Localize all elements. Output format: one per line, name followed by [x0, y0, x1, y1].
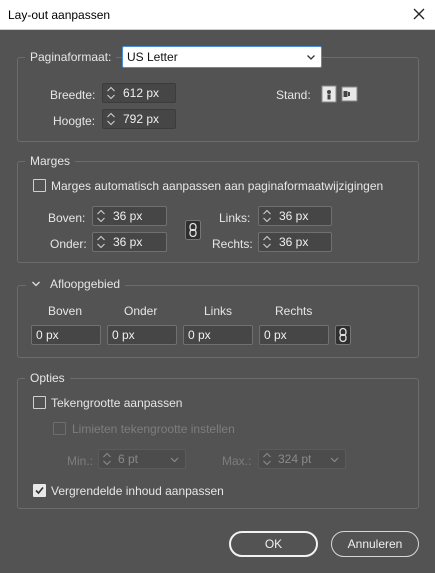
margin-top-field[interactable]: 36 px — [92, 206, 167, 226]
margin-left-field[interactable]: 36 px — [258, 206, 332, 226]
spinner-icon[interactable] — [259, 233, 275, 251]
chevron-down-icon — [330, 457, 339, 463]
margin-top-label: Boven: — [48, 211, 86, 225]
limit-text-checkbox[interactable] — [53, 422, 66, 435]
cancel-button-label: Annuleren — [347, 537, 403, 551]
width-label: Breedte: — [50, 88, 96, 102]
page-size-selected: US Letter — [127, 50, 178, 64]
page-size-select[interactable]: US Letter — [122, 46, 322, 68]
margin-left-value: 36 px — [279, 209, 309, 223]
height-field[interactable]: 792 px — [102, 109, 176, 129]
margin-top-value: 36 px — [113, 209, 143, 223]
bleed-right-value: 0 px — [264, 328, 287, 342]
resize-text-checkbox[interactable] — [33, 396, 46, 409]
limit-text-label: Limieten tekengrootte instellen — [72, 422, 235, 436]
bleed-bottom-field[interactable]: 0 px — [107, 325, 177, 345]
bleed-left-field[interactable]: 0 px — [183, 325, 253, 345]
min-label: Min.: — [67, 454, 94, 468]
spinner-icon — [99, 450, 115, 468]
spinner-icon — [259, 450, 275, 468]
spinner-icon[interactable] — [103, 84, 119, 102]
layout-dialog: Lay-out aanpassen Paginaformaat: US Lett… — [0, 0, 435, 573]
margin-right-label: Rechts: — [212, 237, 253, 251]
ok-button-label: OK — [264, 537, 283, 551]
spinner-icon[interactable] — [93, 233, 109, 251]
max-size-select[interactable]: 324 pt — [258, 449, 346, 469]
bleed-top-field[interactable]: 0 px — [31, 325, 101, 345]
max-label: Max.: — [222, 454, 252, 468]
link-margins-icon[interactable] — [185, 220, 201, 240]
link-bleed-icon[interactable] — [335, 325, 351, 345]
bleed-left-value: 0 px — [188, 328, 211, 342]
bleed-group — [17, 285, 419, 358]
chevron-down-icon — [32, 281, 40, 287]
min-size-select[interactable]: 6 pt — [98, 449, 186, 469]
resize-text-label: Tekengrootte aanpassen — [51, 396, 183, 410]
height-label: Hoogte: — [53, 114, 96, 128]
margin-left-label: Links: — [219, 211, 251, 225]
bleed-top-value: 0 px — [36, 328, 59, 342]
margins-legend: Marges — [25, 154, 76, 168]
close-icon[interactable] — [409, 4, 429, 24]
margin-bottom-field[interactable]: 36 px — [92, 232, 167, 252]
bleed-col-bottom: Onder — [124, 304, 158, 318]
chevron-down-icon — [170, 457, 179, 463]
portrait-orientation-icon[interactable] — [321, 85, 337, 103]
auto-adjust-margins-label: Marges automatisch aanpassen aan paginaf… — [51, 179, 384, 193]
margin-bottom-label: Onder: — [50, 237, 87, 251]
cancel-button[interactable]: Annuleren — [331, 531, 419, 557]
spinner-icon[interactable] — [259, 207, 275, 225]
bleed-collapse-toggle[interactable]: Afloopgebied — [26, 277, 126, 291]
margin-bottom-value: 36 px — [113, 235, 143, 249]
checkmark-icon — [35, 486, 44, 495]
bleed-bottom-value: 0 px — [112, 328, 135, 342]
min-size-value: 6 pt — [118, 452, 139, 466]
auto-adjust-margins-checkbox[interactable] — [33, 179, 46, 192]
margin-right-field[interactable]: 36 px — [258, 232, 332, 252]
width-field[interactable]: 612 px — [102, 83, 176, 103]
spinner-icon[interactable] — [103, 110, 119, 128]
landscape-orientation-icon[interactable] — [341, 86, 358, 102]
dialog-title: Lay-out aanpassen — [8, 8, 111, 22]
bleed-col-left: Links — [204, 304, 233, 318]
title-bar: Lay-out aanpassen — [0, 0, 435, 30]
margin-right-value: 36 px — [279, 235, 309, 249]
options-legend: Opties — [25, 371, 70, 385]
locked-content-label: Vergrendelde inhoud aanpassen — [51, 484, 224, 498]
height-value: 792 px — [123, 112, 160, 126]
bleed-legend: Afloopgebied — [50, 277, 121, 291]
spinner-icon[interactable] — [93, 207, 109, 225]
bleed-right-field[interactable]: 0 px — [259, 325, 329, 345]
max-size-value: 324 pt — [278, 452, 312, 466]
locked-content-checkbox[interactable] — [33, 484, 46, 497]
page-size-label: Paginaformaat: — [25, 50, 117, 64]
orientation-label: Stand: — [276, 88, 311, 102]
bleed-col-top: Boven — [48, 304, 83, 318]
ok-button[interactable]: OK — [229, 531, 318, 557]
bleed-col-right: Rechts — [275, 304, 313, 318]
chevron-down-icon — [307, 55, 315, 60]
width-value: 612 px — [123, 86, 160, 100]
